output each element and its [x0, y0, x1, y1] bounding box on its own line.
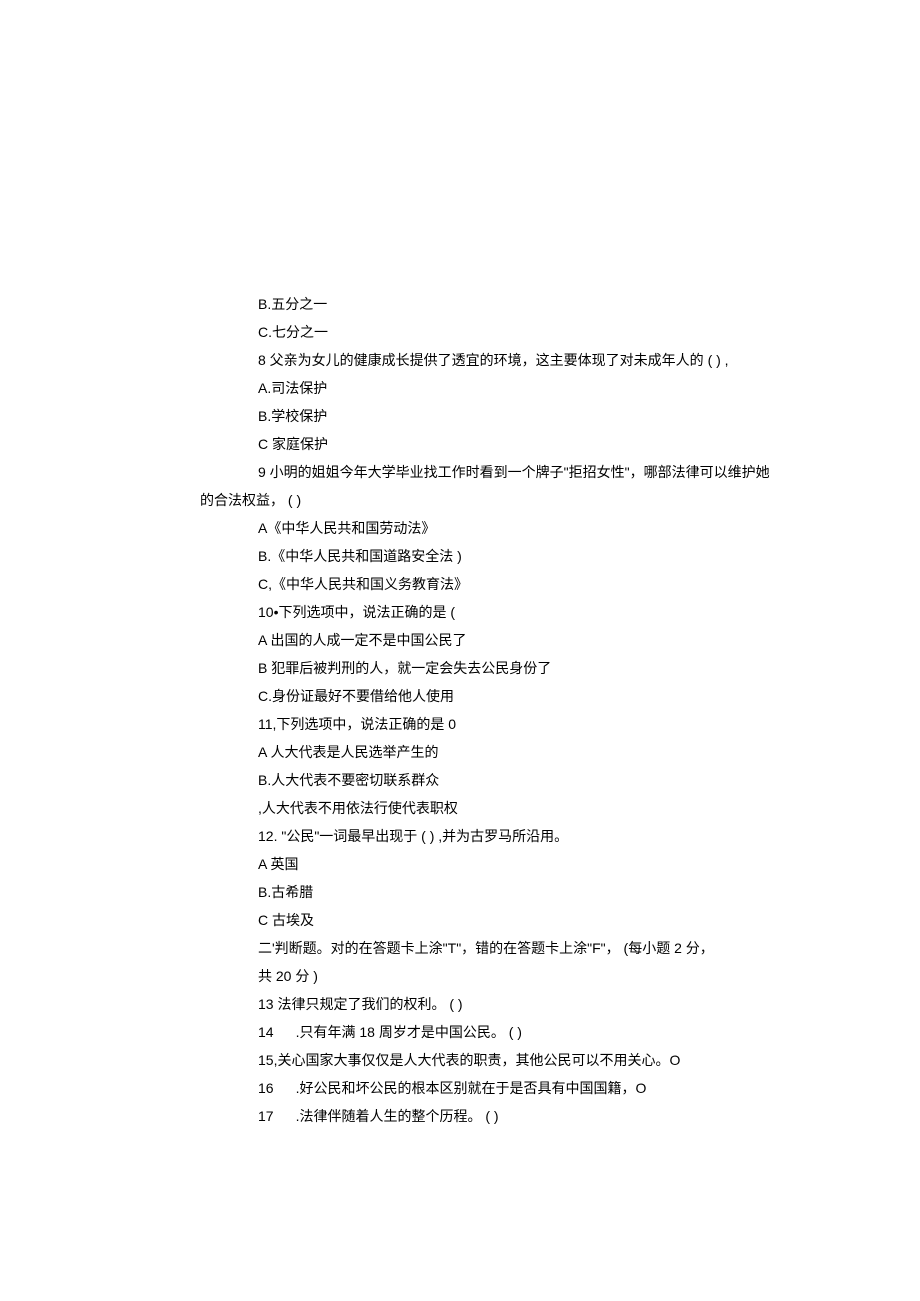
section-2-header-part1: 二'判断题。对的在答题卡上涂"T"，错的在答题卡上涂"F"， (每小题 2 分，	[200, 934, 720, 962]
question-text: .法律伴随着人生的整个历程。 ( )	[296, 1108, 499, 1124]
option-c: ,人大代表不用依法行使代表职权	[200, 794, 720, 822]
section-2-header-part2: 共 20 分 )	[200, 962, 720, 990]
document-content: B.五分之一 C.七分之一 8 父亲为女儿的健康成长提供了透宜的环境，这主要体现…	[200, 290, 720, 1130]
option-a: A 人大代表是人民选举产生的	[200, 738, 720, 766]
question-12: 12. "公民"一词最早出现于 ( ) ,并为古罗马所沿用。	[200, 822, 720, 850]
document-page: B.五分之一 C.七分之一 8 父亲为女儿的健康成长提供了透宜的环境，这主要体现…	[0, 0, 920, 1301]
question-11: 11,下列选项中，说法正确的是 0	[200, 710, 720, 738]
question-17: 17 .法律伴随着人生的整个历程。 ( )	[200, 1102, 720, 1130]
question-number: 16	[258, 1080, 274, 1096]
question-text: .好公民和坏公民的根本区别就在于是否具有中国国籍，O	[296, 1080, 647, 1096]
option-b: B.学校保护	[200, 402, 720, 430]
option-b: B 犯罪后被判刑的人，就一定会失去公民身份了	[200, 654, 720, 682]
question-text: .只有年满 18 周岁才是中国公民。 ( )	[296, 1024, 522, 1040]
option-a: A.司法保护	[200, 374, 720, 402]
question-16: 16 .好公民和坏公民的根本区别就在于是否具有中国国籍，O	[200, 1074, 720, 1102]
option-b: B.五分之一	[200, 290, 720, 318]
option-b: B.古希腊	[200, 878, 720, 906]
question-14: 14 .只有年满 18 周岁才是中国公民。 ( )	[200, 1018, 720, 1046]
question-10: 10•下列选项中，说法正确的是 (	[200, 598, 720, 626]
question-8: 8 父亲为女儿的健康成长提供了透宜的环境，这主要体现了对未成年人的 ( ) ,	[200, 346, 720, 374]
question-number: 14	[258, 1024, 274, 1040]
option-c: C.七分之一	[200, 318, 720, 346]
option-b: B.人大代表不要密切联系群众	[200, 766, 720, 794]
option-a: A 英国	[200, 850, 720, 878]
question-15: 15,关心国家大事仅仅是人大代表的职责，其他公民可以不用关心。O	[200, 1046, 720, 1074]
option-a: A 出国的人成一定不是中国公民了	[200, 626, 720, 654]
option-b: B.《中华人民共和国道路安全法 )	[200, 542, 720, 570]
question-13: 13 法律只规定了我们的权利。 ( )	[200, 990, 720, 1018]
question-number: 17	[258, 1108, 274, 1124]
option-c: C,《中华人民共和国义务教育法》	[200, 570, 720, 598]
question-9-part2: 的合法权益， ( )	[200, 486, 720, 514]
option-c: C 家庭保护	[200, 430, 720, 458]
option-a: A《中华人民共和国劳动法》	[200, 514, 720, 542]
option-c: C.身份证最好不要借给他人使用	[200, 682, 720, 710]
question-9-part1: 9 小明的姐姐今年大学毕业找工作时看到一个牌子"拒招女性"，哪部法律可以维护她	[200, 458, 720, 486]
option-c: C 古埃及	[200, 906, 720, 934]
